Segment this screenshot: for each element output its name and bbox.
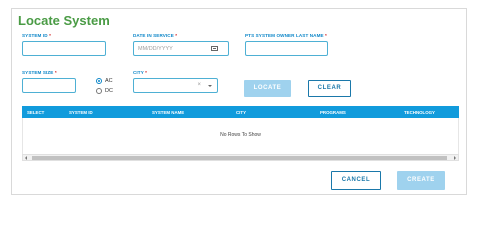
owner-last-name-input[interactable] <box>245 41 328 56</box>
required-marker: * <box>175 33 178 38</box>
clear-button[interactable]: CLEAR <box>308 80 351 97</box>
radio-dc-button[interactable] <box>96 88 102 94</box>
dialog-title: Locate System <box>18 13 110 28</box>
cancel-button[interactable]: CANCEL <box>331 171 381 190</box>
required-marker: * <box>54 70 57 75</box>
column-header-programs[interactable]: PROGRAMS <box>320 110 346 115</box>
required-marker: * <box>49 33 51 38</box>
date-in-service-label: DATE IN SERVICE * <box>133 33 177 38</box>
system-size-input[interactable] <box>22 78 76 93</box>
column-header-technology[interactable]: TECHNOLOGY <box>404 110 435 115</box>
system-id-label-text: SYSTEM ID <box>22 33 48 38</box>
scrollbar-thumb[interactable] <box>32 156 447 160</box>
owner-last-name-label: PTS SYSTEM OWNER LAST NAME * <box>245 33 327 38</box>
column-header-system-name[interactable]: SYSTEM NAME <box>152 110 184 115</box>
owner-last-name-label-text: PTS SYSTEM OWNER LAST NAME <box>245 33 324 38</box>
locate-button[interactable]: LOCATE <box>244 80 291 97</box>
system-size-label-text: SYSTEM SIZE <box>22 70 54 75</box>
date-in-service-label-text: DATE IN SERVICE <box>133 33 174 38</box>
chevron-down-icon[interactable] <box>208 85 212 87</box>
grid-body: No Rows To Show <box>22 118 459 154</box>
scroll-left-icon[interactable] <box>25 156 27 160</box>
column-header-system-id[interactable]: SYSTEM ID <box>69 110 93 115</box>
radio-dc[interactable]: DC <box>96 88 113 94</box>
required-marker: * <box>325 33 327 38</box>
city-label: CITY * <box>133 70 147 75</box>
results-grid: SELECT SYSTEM ID SYSTEM NAME CITY PROGRA… <box>22 106 459 166</box>
city-select[interactable]: × <box>133 78 218 93</box>
create-button[interactable]: CREATE <box>397 171 445 190</box>
scroll-right-icon[interactable] <box>454 156 456 160</box>
radio-dc-label: DC <box>105 88 113 94</box>
radio-ac[interactable]: AC <box>96 78 113 84</box>
grid-header: SELECT SYSTEM ID SYSTEM NAME CITY PROGRA… <box>22 106 459 118</box>
horizontal-scrollbar[interactable] <box>22 154 459 161</box>
no-rows-message: No Rows To Show <box>220 132 261 138</box>
clear-icon[interactable]: × <box>197 82 201 88</box>
date-placeholder: MM/DD/YYYY <box>138 46 173 52</box>
locate-system-dialog: Locate System SYSTEM ID * DATE IN SERVIC… <box>11 8 467 195</box>
system-id-label: SYSTEM ID * <box>22 33 51 38</box>
column-header-select[interactable]: SELECT <box>27 110 44 115</box>
calendar-icon[interactable] <box>211 46 218 51</box>
required-marker: * <box>145 70 148 75</box>
city-label-text: CITY <box>133 70 144 75</box>
date-in-service-input[interactable]: MM/DD/YYYY <box>133 41 229 56</box>
radio-ac-label: AC <box>105 78 113 84</box>
system-size-label: SYSTEM SIZE * <box>22 70 57 75</box>
column-header-city[interactable]: CITY <box>236 110 246 115</box>
radio-ac-button[interactable] <box>96 78 102 84</box>
system-id-input[interactable] <box>22 41 106 56</box>
